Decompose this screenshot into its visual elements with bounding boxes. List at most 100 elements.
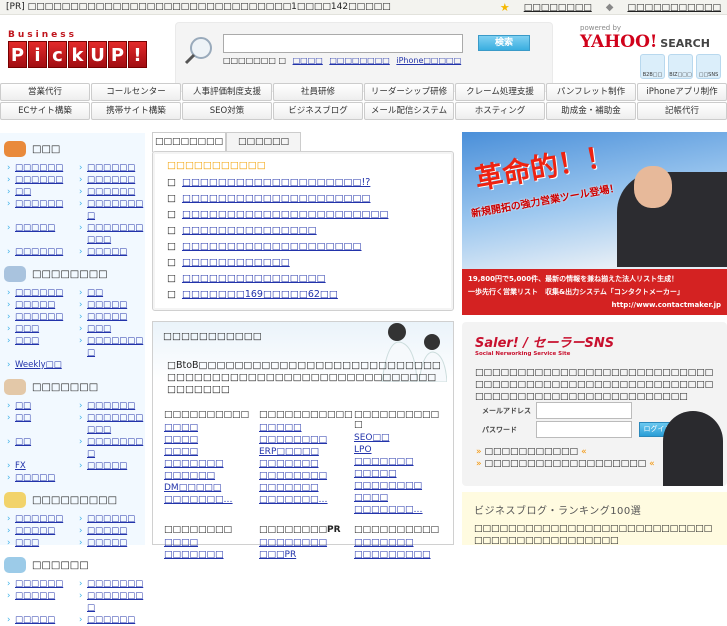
sidebar-link[interactable]: □□ <box>4 400 76 412</box>
b2b-icon[interactable]: B2B□□ <box>640 54 665 79</box>
category-link[interactable]: □□□□□□□□ <box>354 480 444 492</box>
sidebar-link[interactable]: □□□□□□ <box>4 513 76 525</box>
nav-button[interactable]: 携帯サイト構築 <box>91 102 181 120</box>
favorite-link[interactable]: □□□□□□□□ <box>524 3 592 13</box>
nav-button[interactable]: 社員研修 <box>273 83 363 101</box>
sidebar-link[interactable]: □□□□□□ <box>76 400 144 412</box>
sidebar-link[interactable]: □□□□□ <box>76 311 144 323</box>
search-scope-link-iphone[interactable]: iPhone□□□□□ <box>396 56 461 65</box>
category-link[interactable]: □□□□ <box>164 422 259 434</box>
category-link[interactable]: □□□□□□□ <box>354 456 444 468</box>
sidebar-link[interactable]: □□□□□□ <box>76 162 144 174</box>
business-blog-ranking[interactable]: ビジネスブログ・ランキング100選 □□□□□□□□□□□□□□□□□□□□□□… <box>462 492 727 546</box>
sidebar-link[interactable]: □□□□□ <box>76 460 144 472</box>
sidebar-link[interactable]: □□□□□□ <box>76 186 144 198</box>
category-link[interactable]: □□□□□□□… <box>164 494 259 506</box>
nav-button[interactable]: メール配信システム <box>364 102 454 120</box>
category-link[interactable]: DM□□□□□ <box>164 482 259 494</box>
news-link[interactable]: □□□□□□□□□□□□□□□□□□□□□ <box>182 193 371 204</box>
sidebar-link[interactable]: □□□□□ <box>4 614 76 626</box>
sidebar-link[interactable]: □□□□□ <box>4 472 76 484</box>
category-link[interactable]: □□□□□□ <box>164 470 259 482</box>
news-link[interactable]: □□□□□□□169□□□□□62□□ <box>182 289 338 300</box>
category-link[interactable]: □□□□ <box>164 434 259 446</box>
category-link[interactable]: □□□□□□□ <box>259 482 354 494</box>
sidebar-link[interactable]: □□□ <box>4 323 76 335</box>
category-link[interactable]: ERP□□□□□ <box>259 446 354 458</box>
sidebar-link[interactable]: □□□□□□□ <box>76 578 144 590</box>
sidebar-link[interactable]: □□□□□□ <box>4 578 76 590</box>
sidebar-link[interactable]: □□□□□□ <box>4 162 76 174</box>
news-link[interactable]: □□□□□□□□□□□□□□□□□□□□□□□ <box>182 209 388 220</box>
homepage-link[interactable]: □□□□□□□□□□□ <box>627 3 721 13</box>
sidebar-link[interactable]: □□□□□□ <box>4 311 76 323</box>
sidebar-link[interactable]: □□□□□□□□ <box>76 590 144 614</box>
category-link[interactable]: □□□□□□□ <box>164 549 259 561</box>
sidebar-link[interactable]: □□□□□□ <box>4 198 76 222</box>
contactmaker-ad-banner[interactable]: 革命的！！ 新規開拓の強力営業ツール登場！ 19,800円で5,000件、最新の… <box>462 132 727 315</box>
nav-button[interactable]: 営業代行 <box>0 83 90 101</box>
category-link[interactable]: □□□□□ <box>259 422 354 434</box>
news-link[interactable]: □□□□□□□□□□□□ <box>182 257 290 268</box>
sidebar-link[interactable]: □□□□□ <box>4 590 76 614</box>
news-link[interactable]: □□□□□□□□□□□□□□□□ <box>182 273 326 284</box>
nav-button[interactable]: 人事評価制度支援 <box>182 83 272 101</box>
category-link[interactable]: □□□□□□□□□ <box>354 549 444 561</box>
business-pickup-logo[interactable]: Business Pi c k U P! <box>8 30 150 74</box>
category-link[interactable]: □□□□□□□□ <box>259 537 354 549</box>
category-link[interactable]: □□□□□□□□ <box>259 470 354 482</box>
nav-button[interactable]: SEO対策 <box>182 102 272 120</box>
nav-button[interactable]: iPhoneアプリ制作 <box>637 83 727 101</box>
sidebar-link[interactable]: □□□□□□□□□□ <box>76 222 144 246</box>
saler-link[interactable]: □□□□□□□□□□□□□□□□□□□ <box>476 459 655 469</box>
category-link[interactable]: □□□PR <box>259 549 354 561</box>
nav-button[interactable]: パンフレット制作 <box>546 83 636 101</box>
category-link[interactable]: SEO□□ <box>354 432 444 444</box>
nav-button[interactable]: 助成金・補助金 <box>546 102 636 120</box>
sidebar-link[interactable]: □□□□□ <box>4 525 76 537</box>
sidebar-link[interactable]: □□□□□ <box>76 537 144 549</box>
category-link[interactable]: □□□□□ <box>354 468 444 480</box>
nav-button[interactable]: ビジネスブログ <box>273 102 363 120</box>
category-link[interactable]: □□□□□□□… <box>259 494 354 506</box>
sidebar-link[interactable]: □□□□□□ <box>4 246 76 258</box>
category-link[interactable]: □□□□ <box>354 492 444 504</box>
sidebar-link[interactable]: □□□□□□□□□□ <box>76 412 144 436</box>
nav-button[interactable]: コールセンター <box>91 83 181 101</box>
sidebar-link[interactable]: □□ <box>4 412 76 436</box>
sidebar-link[interactable]: □□□□□ <box>4 222 76 246</box>
sidebar-link[interactable]: □□□□□ <box>76 299 144 311</box>
category-link[interactable]: □□□□□□□□ <box>259 434 354 446</box>
search-scope-link[interactable]: □□□□□□□□ <box>329 56 389 65</box>
sidebar-link[interactable]: □□ <box>76 287 144 299</box>
sidebar-link[interactable]: □□□ <box>76 323 144 335</box>
sidebar-link[interactable]: □□□□□□ <box>76 513 144 525</box>
sidebar-link[interactable]: □□□□□ <box>4 299 76 311</box>
email-field[interactable] <box>536 402 632 419</box>
tab-news[interactable]: □□□□□□□□ <box>152 132 226 152</box>
sidebar-link[interactable]: FX <box>4 460 76 472</box>
sidebar-link[interactable]: □□□ <box>4 335 76 359</box>
sidebar-link[interactable]: □□□□□□ <box>76 614 144 626</box>
news-link[interactable]: □□□□□□□□□□□□□□□□□□□□!? <box>182 177 370 188</box>
saler-link[interactable]: □□□□□□□□□□□ <box>476 447 587 457</box>
news-link[interactable]: □□□□□□□□□□□□□□□□□□□□ <box>182 241 362 252</box>
news-link[interactable]: □□□□□□□□□□□□□□□ <box>182 225 317 236</box>
nav-button[interactable]: クレーム処理支援 <box>455 83 545 101</box>
sidebar-link[interactable]: □□ <box>4 436 76 460</box>
nav-button[interactable]: ホスティング <box>455 102 545 120</box>
category-link[interactable]: LPO <box>354 444 444 456</box>
search-button[interactable]: 検索 <box>478 35 530 51</box>
sidebar-link[interactable]: □□ <box>4 186 76 198</box>
category-link[interactable]: □□□□ <box>164 537 259 549</box>
sidebar-link[interactable]: Weekly□□ <box>4 359 76 371</box>
sidebar-link[interactable]: □□□□□□ <box>76 174 144 186</box>
category-link[interactable]: □□□□□□□ <box>354 537 444 549</box>
sidebar-link[interactable]: □□□□□□□□ <box>76 335 144 359</box>
sidebar-link[interactable]: □□□□□□ <box>4 174 76 186</box>
category-link[interactable]: □□□□□□□ <box>259 458 354 470</box>
sidebar-link[interactable]: □□□□□□ <box>4 287 76 299</box>
nav-button[interactable]: リーダーシップ研修 <box>364 83 454 101</box>
sidebar-link[interactable]: □□□□□ <box>76 246 144 258</box>
category-link[interactable]: □□□□□□□… <box>354 504 444 516</box>
